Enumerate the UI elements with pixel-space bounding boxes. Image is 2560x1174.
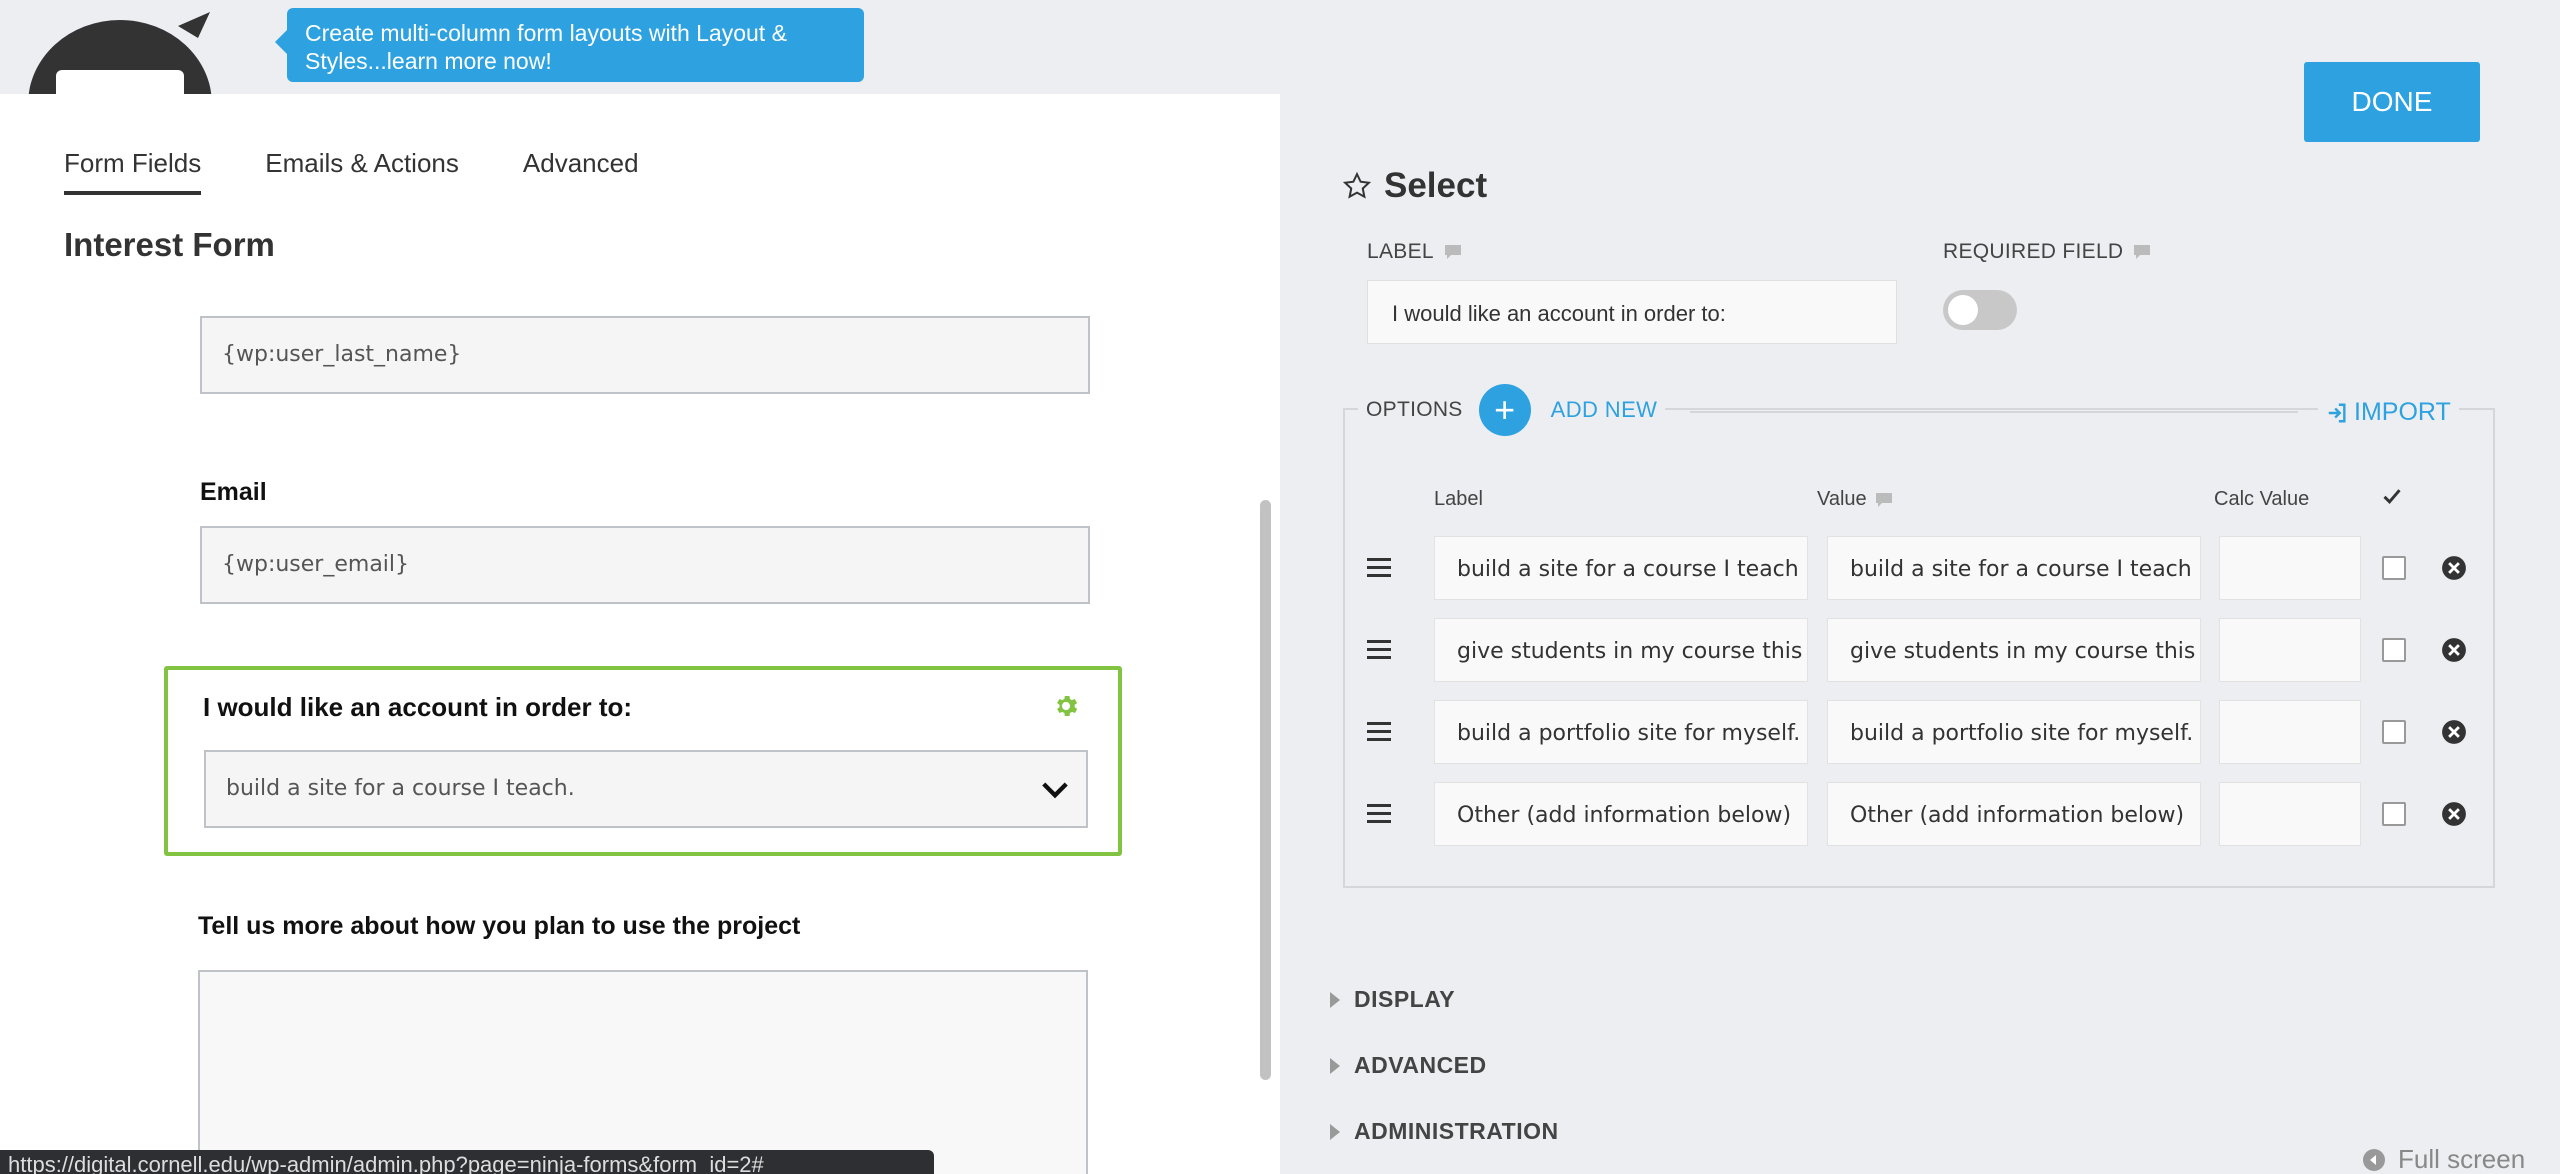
chevron-down-icon <box>1042 782 1068 799</box>
required-field-heading: REQUIRED FIELD <box>1943 240 2151 264</box>
add-new-button[interactable]: ADD NEW <box>1551 397 1658 423</box>
ninja-forms-logo <box>28 8 212 108</box>
sign-in-icon <box>2328 403 2346 422</box>
toggle-knob <box>1948 295 1978 325</box>
option-value-input[interactable]: build a site for a course I teach <box>1827 536 2201 600</box>
drag-handle-icon[interactable] <box>1367 558 1391 578</box>
import-label: IMPORT <box>2354 398 2451 426</box>
option-selected-checkbox[interactable] <box>2382 802 2406 826</box>
option-label-input[interactable]: give students in my course this <box>1434 618 1808 682</box>
option-selected-checkbox[interactable] <box>2382 638 2406 662</box>
drag-handle-icon[interactable] <box>1367 722 1391 742</box>
required-field-heading-text: REQUIRED FIELD <box>1943 240 2124 263</box>
select-field-label: I would like an account in order to: <box>203 692 633 722</box>
column-header-value: Value <box>1817 488 1893 511</box>
full-screen-button[interactable]: Full screen <box>2362 1144 2525 1174</box>
drag-handle-icon[interactable] <box>1367 640 1391 660</box>
option-calc-input[interactable] <box>2219 782 2361 846</box>
remove-circle-icon[interactable] <box>2441 555 2467 581</box>
caret-right-icon <box>1330 1057 1340 1074</box>
option-value-input[interactable]: Other (add information below) <box>1827 782 2201 846</box>
remove-circle-icon[interactable] <box>2441 637 2467 663</box>
label-input[interactable]: I would like an account in order to: <box>1367 280 1897 344</box>
add-option-icon[interactable]: + <box>1478 384 1531 436</box>
column-header-label: Label <box>1434 488 1483 510</box>
account-purpose-select[interactable]: build a site for a course I teach. <box>204 750 1088 828</box>
options-divider <box>1690 411 2298 413</box>
options-legend: OPTIONS + ADD NEW <box>1358 384 1666 436</box>
option-row: Other (add information below) Other (add… <box>1367 782 2477 846</box>
option-row: give students in my course this give stu… <box>1367 618 2477 682</box>
option-label-input[interactable]: build a site for a course I teach <box>1434 536 1808 600</box>
field-type-label: Select <box>1384 166 1488 205</box>
option-row: build a portfolio site for myself. build… <box>1367 700 2477 764</box>
help-bubble-icon[interactable] <box>1875 492 1893 508</box>
label-heading-text: LABEL <box>1367 240 1434 263</box>
select-field-card[interactable]: I would like an account in order to: bui… <box>164 666 1122 856</box>
drag-handle-icon[interactable] <box>1367 804 1391 824</box>
section-display[interactable]: DISPLAY <box>1330 986 1455 1013</box>
caret-right-icon <box>1330 991 1340 1008</box>
arrow-left-circle-icon <box>2363 1148 2385 1171</box>
required-field-toggle[interactable] <box>1943 290 2017 330</box>
status-bar-url: https://digital.cornell.edu/wp-admin/adm… <box>0 1150 934 1174</box>
import-button[interactable]: IMPORT <box>2318 398 2459 427</box>
form-title: Interest Form <box>64 226 275 263</box>
option-selected-checkbox[interactable] <box>2382 556 2406 580</box>
section-administration-label: ADMINISTRATION <box>1354 1118 1559 1144</box>
remove-circle-icon[interactable] <box>2441 719 2467 745</box>
option-value-input[interactable]: build a portfolio site for myself. <box>1827 700 2201 764</box>
options-heading: OPTIONS <box>1366 398 1463 421</box>
tab-advanced[interactable]: Advanced <box>523 148 639 195</box>
help-bubble-icon[interactable] <box>1444 244 1462 260</box>
column-header-calc-value: Calc Value <box>2214 488 2310 510</box>
option-calc-input[interactable] <box>2219 536 2361 600</box>
section-display-label: DISPLAY <box>1354 986 1456 1012</box>
project-usage-textarea[interactable] <box>198 970 1088 1174</box>
section-advanced-label: ADVANCED <box>1354 1052 1487 1078</box>
select-value: build a site for a course I teach. <box>226 776 575 801</box>
promo-banner[interactable]: Create multi-column form layouts with La… <box>275 8 864 82</box>
left-panel-scrollbar[interactable] <box>1260 500 1271 1080</box>
option-label-input[interactable]: build a portfolio site for myself. <box>1434 700 1808 764</box>
tab-emails-actions[interactable]: Emails & Actions <box>265 148 459 195</box>
full-screen-label: Full screen <box>2398 1144 2526 1174</box>
checkmark-icon <box>2382 486 2402 506</box>
section-administration[interactable]: ADMINISTRATION <box>1330 1118 1559 1145</box>
star-icon[interactable] <box>1342 171 1372 201</box>
last-name-field[interactable]: {wp:user_last_name} <box>200 316 1090 394</box>
section-advanced[interactable]: ADVANCED <box>1330 1052 1487 1079</box>
option-selected-checkbox[interactable] <box>2382 720 2406 744</box>
form-builder-panel: Form Fields Emails & Actions Advanced In… <box>0 94 1280 1174</box>
field-settings-title: Select <box>1342 166 1487 206</box>
option-label-input[interactable]: Other (add information below) <box>1434 782 1808 846</box>
done-button[interactable]: DONE <box>2304 62 2480 142</box>
option-row: build a site for a course I teach build … <box>1367 536 2477 600</box>
option-calc-input[interactable] <box>2219 700 2361 764</box>
option-calc-input[interactable] <box>2219 618 2361 682</box>
help-bubble-icon[interactable] <box>2133 244 2151 260</box>
label-heading: LABEL <box>1367 240 1462 264</box>
column-header-value-text: Value <box>1817 488 1867 510</box>
builder-tabs: Form Fields Emails & Actions Advanced <box>64 148 639 195</box>
caret-right-icon <box>1330 1123 1340 1140</box>
email-label: Email <box>200 478 267 506</box>
option-value-input[interactable]: give students in my course this <box>1827 618 2201 682</box>
textarea-label: Tell us more about how you plan to use t… <box>198 912 801 940</box>
email-field[interactable]: {wp:user_email} <box>200 526 1090 604</box>
tab-form-fields[interactable]: Form Fields <box>64 148 202 195</box>
gear-icon[interactable] <box>1052 692 1080 720</box>
remove-circle-icon[interactable] <box>2441 801 2467 827</box>
